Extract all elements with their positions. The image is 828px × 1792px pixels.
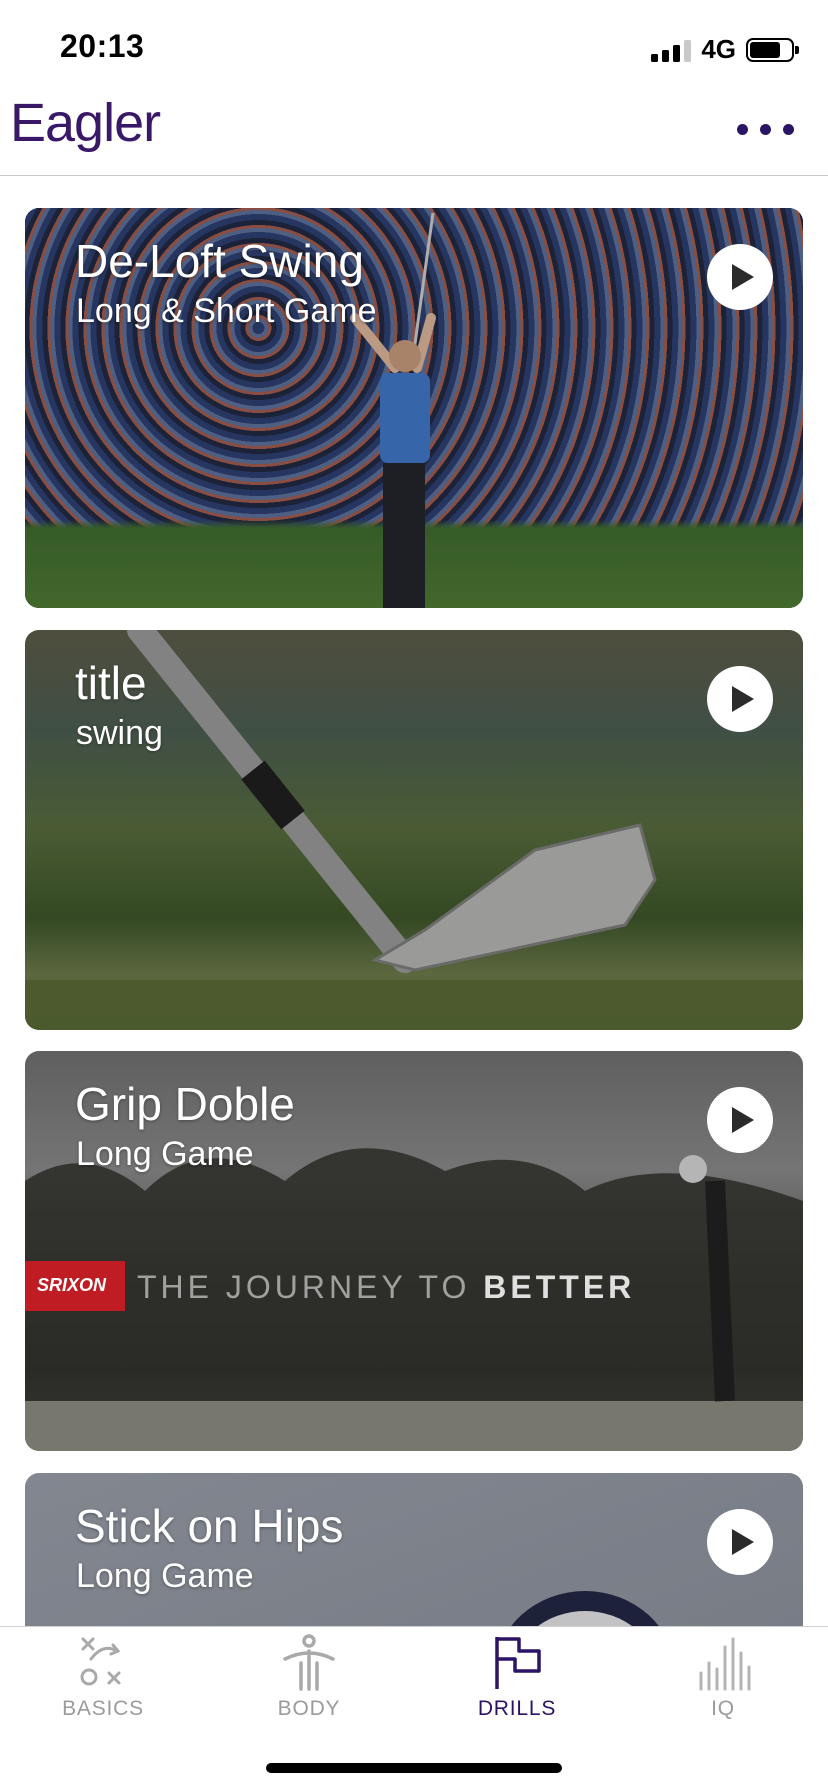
drill-subtitle: Long Game	[76, 1135, 254, 1173]
basics-icon	[80, 1637, 121, 1686]
drill-card[interactable]: SRIXON THE JOURNEY TO BETTER Grip Doble …	[25, 1051, 803, 1451]
banner-text-regular: THE JOURNEY TO	[137, 1269, 471, 1305]
drills-list[interactable]: De-Loft Swing Long & Short Game title sw…	[0, 178, 828, 1626]
body-icon	[283, 1634, 335, 1691]
drills-flag-icon	[495, 1637, 541, 1689]
drill-card[interactable]: Stick on Hips Long Game	[25, 1473, 803, 1626]
drill-title: Grip Doble	[75, 1078, 295, 1130]
banner-text-bold: BETTER	[483, 1269, 636, 1305]
drill-title: title	[75, 657, 147, 709]
status-bar: 20:13 4G	[0, 0, 828, 90]
tab-label: DRILLS	[477, 1697, 557, 1720]
play-icon	[732, 1107, 754, 1133]
play-icon	[732, 264, 754, 290]
more-dot-icon	[760, 124, 771, 135]
play-button[interactable]	[707, 244, 773, 310]
drill-subtitle: swing	[76, 714, 163, 752]
drill-subtitle: Long Game	[76, 1557, 254, 1595]
banner-text: THE JOURNEY TO BETTER	[137, 1269, 635, 1306]
signal-icon	[651, 38, 692, 62]
app-logo: Eagler	[10, 93, 161, 153]
battery-icon	[746, 37, 799, 62]
play-button[interactable]	[707, 1509, 773, 1575]
home-indicator[interactable]	[266, 1763, 562, 1773]
tab-drills[interactable]: DRILLS	[442, 1633, 592, 1743]
tab-basics[interactable]: BASICS	[28, 1633, 178, 1743]
tab-label: IQ	[711, 1697, 735, 1720]
drill-card[interactable]: title swing	[25, 630, 803, 1030]
play-icon	[732, 1529, 754, 1555]
tab-label: BASICS	[62, 1697, 144, 1720]
more-options-button[interactable]	[737, 124, 794, 135]
more-dot-icon	[737, 124, 748, 135]
drill-subtitle: Long & Short Game	[76, 292, 377, 330]
tab-iq[interactable]: IQ	[648, 1633, 798, 1743]
status-time: 20:13	[60, 28, 145, 64]
status-indicators: 4G	[651, 34, 799, 65]
more-dot-icon	[783, 124, 794, 135]
drill-title: De-Loft Swing	[75, 235, 364, 287]
play-button[interactable]	[707, 1087, 773, 1153]
network-label: 4G	[701, 34, 736, 64]
iq-bars-icon	[699, 1637, 751, 1691]
srixon-banner: SRIXON	[25, 1261, 125, 1311]
tab-body[interactable]: BODY	[234, 1633, 384, 1743]
play-icon	[732, 686, 754, 712]
play-button[interactable]	[707, 666, 773, 732]
drill-card[interactable]: De-Loft Swing Long & Short Game	[25, 208, 803, 608]
tab-label: BODY	[277, 1697, 341, 1720]
drill-title: Stick on Hips	[75, 1500, 344, 1552]
app-header: Eagler	[0, 90, 828, 176]
